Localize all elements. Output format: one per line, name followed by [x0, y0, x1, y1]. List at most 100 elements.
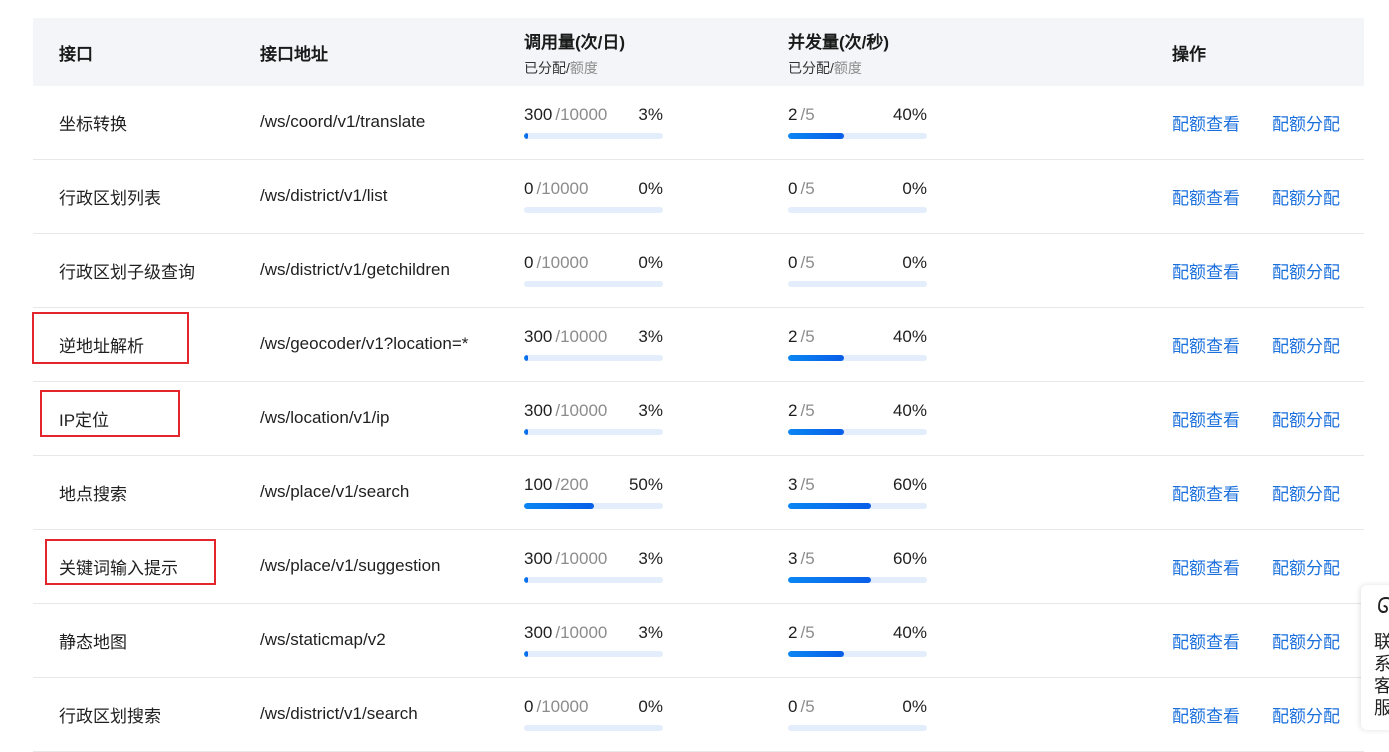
quota-assign-link[interactable]: 配额分配: [1272, 554, 1340, 579]
call-progress-fill: [524, 503, 594, 509]
quota-assign-link[interactable]: 配额分配: [1272, 702, 1340, 727]
call-progress-bar: [524, 577, 663, 583]
call-quota: /10000: [555, 327, 608, 346]
conc-quota: /5: [800, 327, 815, 346]
api-name: 静态地图: [59, 632, 127, 652]
quota-view-link[interactable]: 配额查看: [1172, 406, 1240, 431]
api-address: /ws/place/v1/suggestion: [260, 556, 441, 575]
table-row: 静态地图 /ws/staticmap/v2 300/10000 3% 2/5 4…: [33, 604, 1364, 678]
concurrency-meter: 2/5 40%: [788, 86, 927, 158]
call-quota: /10000: [555, 549, 608, 568]
row-operations: 配额查看 配额分配: [1172, 382, 1340, 454]
call-volume-meter: 300/10000 3%: [524, 308, 663, 380]
quota-assign-link[interactable]: 配额分配: [1272, 110, 1340, 135]
table-header: 接口 接口地址 调用量(次/日) 已分配/额度 并发量(次/秒) 已分配/额度 …: [33, 18, 1364, 86]
conc-percent: 0%: [902, 697, 927, 716]
conc-progress-bar: [788, 207, 927, 213]
conc-used: 2: [788, 105, 798, 124]
quota-assign-link[interactable]: 配额分配: [1272, 184, 1340, 209]
conc-progress-fill: [788, 577, 872, 583]
conc-percent: 0%: [902, 179, 927, 198]
quota-view-link[interactable]: 配额查看: [1172, 702, 1240, 727]
call-percent: 0%: [638, 697, 663, 716]
quota-assign-link[interactable]: 配额分配: [1272, 628, 1340, 653]
call-volume-meter: 100/200 50%: [524, 456, 663, 528]
quota-view-link[interactable]: 配额查看: [1172, 332, 1240, 357]
conc-progress-fill: [788, 133, 844, 139]
quota-assign-link[interactable]: 配额分配: [1272, 406, 1340, 431]
highlight-box: [32, 312, 189, 364]
call-volume-meter: 0/10000 0%: [524, 160, 663, 232]
call-percent: 50%: [628, 475, 663, 494]
row-operations: 配额查看 配额分配: [1172, 678, 1340, 750]
call-used: 300: [524, 623, 553, 642]
call-percent: 3%: [638, 623, 663, 642]
call-volume-meter: 0/10000 0%: [524, 678, 663, 750]
quota-view-link[interactable]: 配额查看: [1172, 110, 1240, 135]
call-quota: /200: [555, 475, 589, 494]
call-used: 300: [524, 401, 553, 420]
quota-assign-link[interactable]: 配额分配: [1272, 332, 1340, 357]
call-quota: /10000: [555, 623, 608, 642]
contact-service-widget[interactable]: ᘏ 联系客服: [1361, 585, 1389, 730]
api-address: /ws/district/v1/getchildren: [260, 260, 450, 279]
concurrency-meter: 0/5 0%: [788, 160, 927, 232]
call-quota: /10000: [536, 697, 589, 716]
row-operations: 配额查看 配额分配: [1172, 604, 1340, 676]
quota-view-link[interactable]: 配额查看: [1172, 480, 1240, 505]
conc-progress-bar: [788, 577, 927, 583]
table-row: IP定位 /ws/location/v1/ip 300/10000 3% 2/5…: [33, 382, 1364, 456]
conc-progress-bar: [788, 503, 927, 509]
call-percent: 3%: [638, 105, 663, 124]
call-progress-bar: [524, 725, 663, 731]
conc-quota: /5: [800, 179, 815, 198]
conc-quota: /5: [800, 253, 815, 272]
conc-quota: /5: [800, 475, 815, 494]
call-progress-bar: [524, 429, 663, 435]
call-progress-bar: [524, 281, 663, 287]
conc-progress-bar: [788, 429, 927, 435]
api-address: /ws/geocoder/v1?location=*: [260, 334, 469, 353]
quota-view-link[interactable]: 配额查看: [1172, 554, 1240, 579]
conc-progress-fill: [788, 651, 844, 657]
call-used: 0: [524, 697, 534, 716]
header-address: 接口地址: [260, 44, 328, 64]
api-name: 行政区划子级查询: [59, 262, 195, 282]
quota-view-link[interactable]: 配额查看: [1172, 184, 1240, 209]
table-row: 行政区划子级查询 /ws/district/v1/getchildren 0/1…: [33, 234, 1364, 308]
table-row: 行政区划搜索 /ws/district/v1/search 0/10000 0%…: [33, 678, 1364, 752]
conc-quota: /5: [800, 105, 815, 124]
conc-used: 2: [788, 401, 798, 420]
conc-percent: 40%: [892, 623, 927, 642]
conc-percent: 0%: [902, 253, 927, 272]
quota-view-link[interactable]: 配额查看: [1172, 258, 1240, 283]
header-operations: 操作: [1172, 44, 1206, 64]
concurrency-meter: 2/5 40%: [788, 604, 927, 676]
row-operations: 配额查看 配额分配: [1172, 530, 1340, 602]
api-name: 坐标转换: [59, 114, 127, 134]
conc-percent: 40%: [892, 327, 927, 346]
conc-used: 0: [788, 697, 798, 716]
conc-quota: /5: [800, 623, 815, 642]
api-address: /ws/district/v1/search: [260, 704, 418, 723]
header-concurrency: 并发量(次/秒) 已分配/额度: [788, 33, 890, 76]
conc-percent: 60%: [892, 549, 927, 568]
conc-used: 0: [788, 179, 798, 198]
call-quota: /10000: [536, 179, 589, 198]
api-name: 行政区划列表: [59, 188, 161, 208]
header-name: 接口: [59, 44, 93, 64]
call-progress-fill: [524, 355, 529, 361]
api-address: /ws/location/v1/ip: [260, 408, 390, 427]
quota-assign-link[interactable]: 配额分配: [1272, 258, 1340, 283]
concurrency-meter: 2/5 40%: [788, 382, 927, 454]
row-operations: 配额查看 配额分配: [1172, 308, 1340, 380]
quota-assign-link[interactable]: 配额分配: [1272, 480, 1340, 505]
call-used: 0: [524, 179, 534, 198]
call-percent: 3%: [638, 549, 663, 568]
api-address: /ws/place/v1/search: [260, 482, 410, 501]
call-quota: /10000: [555, 105, 608, 124]
quota-view-link[interactable]: 配额查看: [1172, 628, 1240, 653]
table-body: 坐标转换 /ws/coord/v1/translate 300/10000 3%…: [33, 86, 1364, 752]
call-volume-meter: 300/10000 3%: [524, 382, 663, 454]
call-progress-fill: [524, 577, 529, 583]
